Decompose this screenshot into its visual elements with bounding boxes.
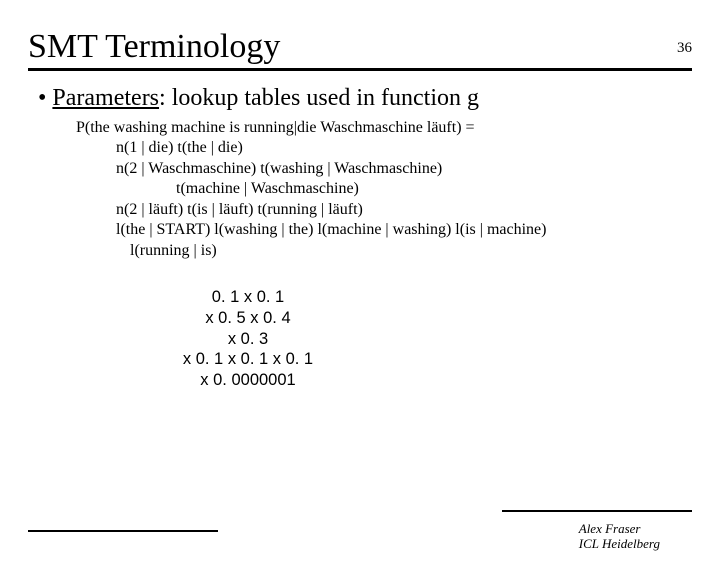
- bullet-line: •Parameters: lookup tables used in funct…: [28, 85, 692, 112]
- formula-line-5: n(2 | läuft) t(is | läuft) t(running | l…: [76, 200, 692, 220]
- content-area: •Parameters: lookup tables used in funct…: [28, 85, 692, 390]
- bottom-right-rule: [502, 510, 692, 512]
- bullet-rest: : lookup tables used in function g: [159, 85, 479, 111]
- footer: Alex Fraser ICL Heidelberg: [579, 521, 660, 552]
- numbers-line-5: x 0. 0000001: [163, 370, 333, 391]
- title-rule: [28, 68, 692, 71]
- numbers-block: 0. 1 x 0. 1 x 0. 5 x 0. 4 x 0. 3 x 0. 1 …: [163, 287, 333, 390]
- numbers-line-3: x 0. 3: [163, 329, 333, 350]
- formula-line-2: n(1 | die) t(the | die): [76, 138, 692, 158]
- numbers-line-1: 0. 1 x 0. 1: [163, 287, 333, 308]
- formula-line-3: n(2 | Waschmaschine) t(washing | Waschma…: [76, 159, 692, 179]
- page-number: 36: [677, 40, 692, 57]
- formula-line-4: t(machine | Waschmaschine): [76, 179, 692, 199]
- slide-title: SMT Terminology: [28, 28, 720, 66]
- numbers-line-2: x 0. 5 x 0. 4: [163, 308, 333, 329]
- bottom-left-rule: [28, 530, 218, 532]
- formula-line-1: P(the washing machine is running|die Was…: [76, 118, 692, 138]
- formula-block: P(the washing machine is running|die Was…: [76, 118, 692, 261]
- bullet-marker: •: [38, 85, 52, 111]
- parameters-label: Parameters: [52, 85, 159, 111]
- numbers-line-4: x 0. 1 x 0. 1 x 0. 1: [163, 349, 333, 370]
- footer-author: Alex Fraser: [579, 521, 660, 537]
- formula-line-7: l(running | is): [76, 241, 692, 261]
- footer-affiliation: ICL Heidelberg: [579, 536, 660, 552]
- formula-line-6: l(the | START) l(washing | the) l(machin…: [76, 220, 692, 240]
